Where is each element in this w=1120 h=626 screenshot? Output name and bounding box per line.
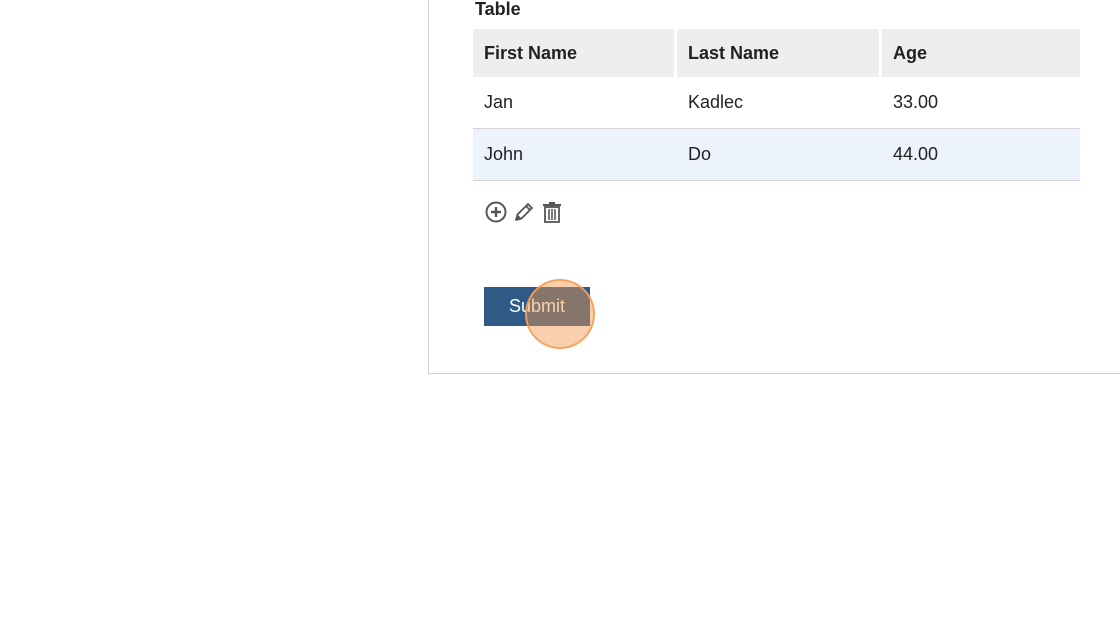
row-action-toolbar xyxy=(484,200,564,224)
cell-age[interactable]: 44.00 xyxy=(882,129,1080,181)
table-row-selected[interactable]: John Do 44.00 xyxy=(473,129,1080,181)
cell-first-name[interactable]: John xyxy=(473,129,677,181)
cell-last-name[interactable]: Kadlec xyxy=(677,77,882,129)
add-circle-icon[interactable] xyxy=(484,200,508,224)
column-header-age[interactable]: Age xyxy=(882,29,1080,77)
submit-button[interactable]: Submit xyxy=(484,287,590,326)
trash-icon[interactable] xyxy=(540,200,564,224)
cell-age[interactable]: 33.00 xyxy=(882,77,1080,129)
table-section-title: Table xyxy=(475,0,521,19)
cell-last-name[interactable]: Do xyxy=(677,129,882,181)
table-row[interactable]: Jan Kadlec 33.00 xyxy=(473,77,1080,129)
pencil-icon[interactable] xyxy=(512,200,536,224)
table-header-row: First Name Last Name Age xyxy=(473,29,1080,77)
column-header-last-name[interactable]: Last Name xyxy=(677,29,882,77)
column-header-first-name[interactable]: First Name xyxy=(473,29,677,77)
data-table: First Name Last Name Age Jan Kadlec 33.0… xyxy=(473,29,1080,181)
cell-first-name[interactable]: Jan xyxy=(473,77,677,129)
